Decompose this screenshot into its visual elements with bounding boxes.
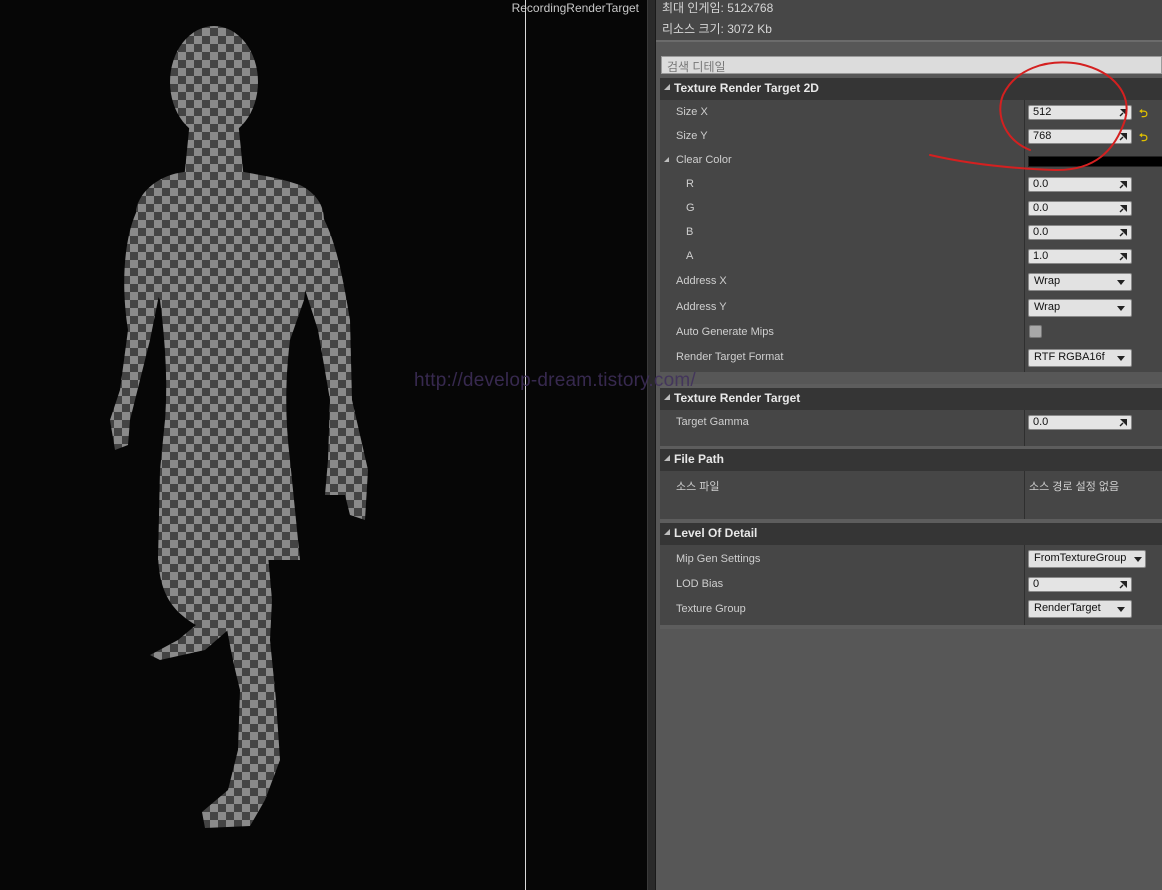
a-input[interactable]: 1.0 [1028, 249, 1132, 264]
section-body-texture-render-target: Target Gamma 0.0 [660, 410, 1162, 446]
address-y-dropdown[interactable]: Wrap [1028, 299, 1132, 317]
auto-generate-mips-checkbox[interactable] [1029, 325, 1042, 338]
drag-grip-icon[interactable] [1119, 180, 1128, 189]
dropdown-caret-icon [1134, 557, 1142, 562]
mip-gen-settings-value: FromTextureGroup [1034, 552, 1127, 564]
dropdown-caret-icon [1117, 356, 1125, 361]
r-value: 0.0 [1033, 178, 1049, 190]
section-gap [660, 625, 1162, 629]
b-value: 0.0 [1033, 226, 1049, 238]
drag-grip-icon[interactable] [1119, 418, 1128, 427]
section-body-level-of-detail: Mip Gen Settings FromTextureGroup LOD Bi… [660, 545, 1162, 625]
g-value: 0.0 [1033, 202, 1049, 214]
dropdown-caret-icon [1117, 306, 1125, 311]
texture-group-value: RenderTarget [1034, 602, 1101, 614]
target-gamma-input[interactable]: 0.0 [1028, 415, 1132, 430]
render-target-preview [110, 26, 368, 828]
lod-bias-value: 0 [1033, 578, 1040, 590]
clear-color-label: Clear Color [676, 154, 732, 166]
drag-grip-icon[interactable] [1119, 132, 1128, 141]
texture-group-dropdown[interactable]: RenderTarget [1028, 600, 1132, 618]
section-title: Texture Render Target [674, 391, 801, 405]
section-header-texture-render-target-2d[interactable]: Texture Render Target 2D [660, 78, 1162, 100]
target-gamma-label: Target Gamma [676, 416, 749, 428]
reset-to-default-icon[interactable]: ⮌ [1139, 129, 1148, 148]
expand-arrow-icon [664, 84, 670, 90]
section-body-file-path: 소스 파일 소스 경로 설정 없음 [660, 471, 1162, 521]
watermark-url: http://develop-dream.tistory.com/ [414, 370, 696, 391]
section-body-texture-render-target-2d: Size X 512 ⮌ Size Y 768 ⮌ Clear Color R … [660, 100, 1162, 372]
section-header-file-path[interactable]: File Path [660, 449, 1162, 471]
dropdown-caret-icon [1117, 607, 1125, 612]
address-y-label: Address Y [676, 301, 727, 313]
g-input[interactable]: 0.0 [1028, 201, 1132, 216]
size-y-label: Size Y [676, 130, 708, 142]
texture-viewport[interactable]: RecordingRenderTarget [0, 0, 647, 890]
target-gamma-value: 0.0 [1033, 416, 1049, 428]
section-header-texture-render-target[interactable]: Texture Render Target [660, 388, 1162, 410]
size-x-label: Size X [676, 106, 708, 118]
source-file-value: 소스 경로 설정 없음 [1029, 481, 1120, 493]
address-x-dropdown[interactable]: Wrap [1028, 273, 1132, 291]
resource-size: 리소스 크기: 3072 Kb [662, 22, 772, 36]
column-divider [1024, 410, 1025, 446]
source-file-label: 소스 파일 [676, 481, 720, 493]
g-label: G [686, 202, 695, 214]
render-target-format-label: Render Target Format [676, 351, 784, 363]
expand-arrow-icon[interactable] [664, 157, 669, 162]
section-header-level-of-detail[interactable]: Level Of Detail [660, 523, 1162, 545]
mip-gen-settings-dropdown[interactable]: FromTextureGroup [1028, 550, 1146, 568]
drag-grip-icon[interactable] [1119, 228, 1128, 237]
max-ingame-size: 최대 인게임: 512x768 [662, 1, 774, 15]
auto-generate-mips-label: Auto Generate Mips [676, 326, 774, 338]
section-title: Level Of Detail [674, 526, 758, 540]
human-silhouette [110, 26, 368, 828]
b-input[interactable]: 0.0 [1028, 225, 1132, 240]
size-y-value: 768 [1033, 130, 1052, 142]
column-divider [1024, 545, 1025, 625]
lod-bias-input[interactable]: 0 [1028, 577, 1132, 592]
size-y-input[interactable]: 768 [1028, 129, 1132, 144]
mip-gen-settings-label: Mip Gen Settings [676, 553, 761, 565]
address-x-label: Address X [676, 275, 727, 287]
section-title: File Path [674, 452, 725, 466]
dropdown-caret-icon [1117, 280, 1125, 285]
expand-arrow-icon [664, 529, 670, 535]
size-x-input[interactable]: 512 [1028, 105, 1132, 120]
address-y-value: Wrap [1034, 301, 1061, 313]
column-divider [1024, 471, 1025, 521]
a-label: A [686, 250, 694, 262]
column-divider [1024, 100, 1025, 372]
drag-grip-icon[interactable] [1119, 204, 1128, 213]
lod-bias-label: LOD Bias [676, 578, 724, 590]
drag-grip-icon[interactable] [1119, 252, 1128, 261]
viewport-title: RecordingRenderTarget [511, 1, 639, 15]
search-details-input[interactable]: 검색 디테일 [661, 56, 1162, 74]
expand-arrow-icon [664, 455, 670, 461]
texture-group-label: Texture Group [676, 603, 746, 615]
a-value: 1.0 [1033, 250, 1049, 262]
size-x-value: 512 [1033, 106, 1052, 118]
texture-info: 최대 인게임: 512x768 리소스 크기: 3072 Kb [656, 0, 1162, 42]
render-target-format-value: RTF RGBA16f [1034, 351, 1105, 363]
texture-boundary-line [525, 0, 526, 890]
section-title: Texture Render Target 2D [674, 81, 819, 95]
panel-splitter[interactable] [647, 0, 656, 890]
details-panel: 최대 인게임: 512x768 리소스 크기: 3072 Kb 검색 디테일 T… [656, 0, 1162, 890]
expand-arrow-icon [664, 394, 670, 400]
r-input[interactable]: 0.0 [1028, 177, 1132, 192]
reset-to-default-icon[interactable]: ⮌ [1139, 105, 1148, 124]
r-label: R [686, 178, 694, 190]
drag-grip-icon[interactable] [1119, 108, 1128, 117]
address-x-value: Wrap [1034, 275, 1061, 287]
drag-grip-icon[interactable] [1119, 580, 1128, 589]
clear-color-swatch[interactable] [1028, 156, 1162, 167]
render-target-format-dropdown[interactable]: RTF RGBA16f [1028, 349, 1132, 367]
b-label: B [686, 226, 694, 238]
